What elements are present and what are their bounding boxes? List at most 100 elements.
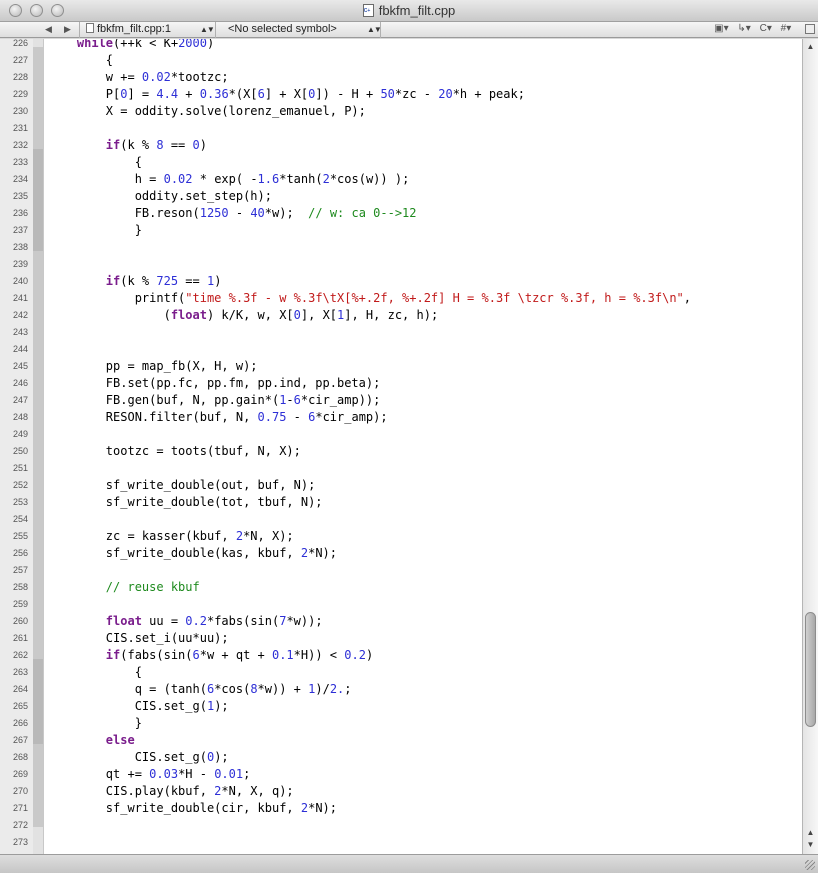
code-token: CIS.set_i(uu*uu); bbox=[105, 631, 229, 645]
code-line[interactable]: 240 if(k % 725 == 1) bbox=[0, 273, 802, 290]
code-token: *cos(w)) ); bbox=[329, 172, 410, 186]
code-editor[interactable]: 226 while(++k < K+2000) 227 {228 w += 0.0… bbox=[0, 39, 802, 854]
code-line[interactable]: 271 sf_write_double(cir, kbuf, 2*N); bbox=[0, 800, 802, 817]
code-token: == bbox=[163, 138, 193, 152]
file-popup[interactable]: fbkfm_filt.cpp:1 bbox=[86, 23, 171, 37]
code-line[interactable]: 266 } bbox=[0, 715, 802, 732]
code-line[interactable]: 243 bbox=[0, 324, 802, 341]
keyword-token: float bbox=[170, 308, 207, 322]
line-number: 273 bbox=[12, 837, 28, 847]
code-line[interactable]: 227 { bbox=[0, 52, 802, 69]
code-line[interactable]: 259 bbox=[0, 596, 802, 613]
code-line[interactable]: 252 sf_write_double(out, buf, N); bbox=[0, 477, 802, 494]
code-line[interactable]: 249 bbox=[0, 426, 802, 443]
code-token: ], H, zc, h); bbox=[344, 308, 439, 322]
vertical-scrollbar[interactable]: ▲ ▲ ▼ bbox=[802, 39, 818, 854]
code-line[interactable]: 269 qt += 0.03*H - 0.01; bbox=[0, 766, 802, 783]
code-line[interactable]: 230 X = oddity.solve(lorenz_emanuel, P); bbox=[0, 103, 802, 120]
code-line[interactable]: 267 else bbox=[0, 732, 802, 749]
code-line[interactable]: 232 if(k % 8 == 0) bbox=[0, 137, 802, 154]
code-line[interactable]: 273 bbox=[0, 834, 802, 851]
code-line[interactable]: 235 oddity.set_step(h); bbox=[0, 188, 802, 205]
back-arrow-icon[interactable]: ◀ bbox=[45, 24, 52, 35]
code-line[interactable]: 245 pp = map_fb(X, H, w); bbox=[0, 358, 802, 375]
code-token: h = bbox=[134, 172, 164, 186]
line-number: 248 bbox=[12, 412, 28, 422]
line-number: 256 bbox=[12, 548, 28, 558]
comment-token: // reuse kbuf bbox=[105, 580, 200, 594]
code-line[interactable]: 231 bbox=[0, 120, 802, 137]
code-line[interactable]: 255 zc = kasser(kbuf, 2*N, X); bbox=[0, 528, 802, 545]
includes-button[interactable]: #▾ bbox=[781, 23, 792, 34]
code-line[interactable]: 239 bbox=[0, 256, 802, 273]
code-line[interactable]: 234 h = 0.02 * exp( -1.6*tanh(2*cos(w)) … bbox=[0, 171, 802, 188]
bookmarks-icon[interactable]: ▣▾ bbox=[714, 23, 728, 34]
code-token: - bbox=[286, 410, 309, 424]
symbol-popup[interactable]: <No selected symbol> bbox=[228, 23, 337, 35]
code-line[interactable]: 246 FB.set(pp.fc, pp.fm, pp.ind, pp.beta… bbox=[0, 375, 802, 392]
scroll-down-icon[interactable]: ▼ bbox=[805, 839, 816, 850]
code-line[interactable]: 248 RESON.filter(buf, N, 0.75 - 6*cir_am… bbox=[0, 409, 802, 426]
code-line[interactable]: 244 bbox=[0, 341, 802, 358]
resize-grip-icon[interactable] bbox=[805, 860, 815, 870]
code-line[interactable]: 238 bbox=[0, 239, 802, 256]
code-line[interactable]: 258 // reuse kbuf bbox=[0, 579, 802, 596]
line-number: 254 bbox=[12, 514, 28, 524]
code-line[interactable]: 260 float uu = 0.2*fabs(sin(7*w)); bbox=[0, 613, 802, 630]
code-token: *zc - bbox=[394, 87, 439, 101]
code-token: ( bbox=[163, 308, 171, 322]
split-editor-icon[interactable] bbox=[805, 24, 815, 34]
code-line[interactable]: 264 q = (tanh(6*cos(8*w)) + 1)/2.; bbox=[0, 681, 802, 698]
counterparts-icon[interactable]: ↳▾ bbox=[737, 23, 750, 34]
code-token: *N, X); bbox=[243, 529, 294, 543]
scroll-up-icon[interactable]: ▲ bbox=[805, 41, 816, 52]
number-token: 0.36 bbox=[199, 87, 229, 101]
code-line[interactable]: 262 if(fabs(sin(6*w + qt + 0.1*H)) < 0.2… bbox=[0, 647, 802, 664]
symbol-popup-arrows-icon[interactable]: ▲▼ bbox=[367, 25, 382, 34]
code-line[interactable]: 261 CIS.set_i(uu*uu); bbox=[0, 630, 802, 647]
forward-arrow-icon[interactable]: ▶ bbox=[64, 24, 71, 35]
number-token: 40 bbox=[250, 206, 265, 220]
code-text: w += 0.02*tootzc; bbox=[48, 69, 229, 86]
keyword-token: if bbox=[105, 138, 121, 152]
code-line[interactable]: 247 FB.gen(buf, N, pp.gain*(1-6*cir_amp)… bbox=[0, 392, 802, 409]
includes-label: # bbox=[780, 23, 787, 34]
code-line[interactable]: 253 sf_write_double(tot, tbuf, N); bbox=[0, 494, 802, 511]
number-token: 20 bbox=[438, 87, 453, 101]
code-line[interactable]: 237 } bbox=[0, 222, 802, 239]
code-line[interactable]: 250 tootzc = toots(tbuf, N, X); bbox=[0, 443, 802, 460]
code-token: { bbox=[134, 665, 142, 679]
code-line[interactable]: 265 CIS.set_g(1); bbox=[0, 698, 802, 715]
code-line[interactable]: 256 sf_write_double(kas, kbuf, 2*N); bbox=[0, 545, 802, 562]
code-line[interactable]: 254 bbox=[0, 511, 802, 528]
scroll-up-icon[interactable]: ▲ bbox=[805, 827, 816, 838]
code-line[interactable]: 233 { bbox=[0, 154, 802, 171]
code-line[interactable]: 226 while(++k < K+2000) bbox=[0, 39, 802, 52]
code-line[interactable]: 268 CIS.set_g(0); bbox=[0, 749, 802, 766]
counterpart-c-button[interactable]: C▾ bbox=[760, 23, 772, 34]
code-text: else bbox=[48, 732, 135, 749]
code-text: while(++k < K+2000) bbox=[48, 39, 214, 52]
code-line[interactable]: 236 FB.reson(1250 - 40*w); // w: ca 0-->… bbox=[0, 205, 802, 222]
code-line[interactable]: 251 bbox=[0, 460, 802, 477]
line-number: 259 bbox=[12, 599, 28, 609]
scrollbar-thumb[interactable] bbox=[805, 612, 816, 727]
code-line[interactable]: 257 bbox=[0, 562, 802, 579]
code-line[interactable]: 263 { bbox=[0, 664, 802, 681]
code-line[interactable]: 272 bbox=[0, 817, 802, 834]
code-line[interactable]: 228 w += 0.02*tootzc; bbox=[0, 69, 802, 86]
code-line[interactable]: 241 printf("time %.3f - w %.3f\tX[%+.2f,… bbox=[0, 290, 802, 307]
window-title-area: fbkfm_filt.cpp bbox=[0, 3, 818, 18]
code-line[interactable]: 242 (float) k/K, w, X[0], X[1], H, zc, h… bbox=[0, 307, 802, 324]
code-text: float uu = 0.2*fabs(sin(7*w)); bbox=[48, 613, 323, 630]
code-text: sf_write_double(cir, kbuf, 2*N); bbox=[48, 800, 337, 817]
line-number: 260 bbox=[12, 616, 28, 626]
code-line[interactable]: 270 CIS.play(kbuf, 2*N, X, q); bbox=[0, 783, 802, 800]
code-line[interactable]: 229 P[0] = 4.4 + 0.36*(X[6] + X[0]) - H … bbox=[0, 86, 802, 103]
number-token: 0.1 bbox=[271, 648, 294, 662]
file-popup-arrows-icon[interactable]: ▲▼ bbox=[200, 25, 215, 34]
